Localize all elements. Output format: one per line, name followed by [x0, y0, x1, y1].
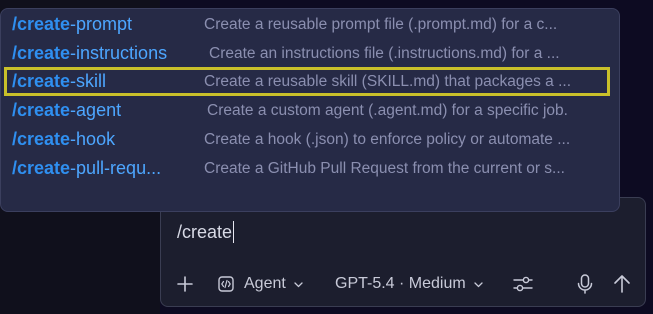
- suggestion-command: /create-skill: [12, 71, 107, 91]
- send-button[interactable]: [612, 270, 632, 298]
- chat-input-box[interactable]: /create Agent GPT-5.4 · Medium: [160, 197, 646, 307]
- chevron-down-icon: [294, 281, 303, 287]
- voice-input-button[interactable]: [575, 270, 595, 298]
- chat-input-value: /create: [177, 221, 233, 242]
- suggestion-item[interactable]: /create-instructions Create an instructi…: [1, 39, 619, 68]
- chat-input-field[interactable]: /create: [177, 221, 235, 243]
- agent-mode-icon: [218, 276, 234, 292]
- send-arrow-icon: [614, 275, 630, 293]
- suggestion-description: Create a hook (.json) to enforce policy …: [204, 130, 571, 148]
- suggestion-description: Create a reusable skill (SKILL.md) that …: [204, 72, 572, 90]
- configure-tools-button[interactable]: [512, 270, 534, 298]
- add-context-button[interactable]: [175, 270, 195, 298]
- suggestion-item[interactable]: /create-hook Create a hook (.json) to en…: [1, 125, 619, 154]
- model-picker-button[interactable]: GPT-5.4 · Medium: [335, 270, 484, 298]
- settings-sliders-icon: [513, 276, 533, 292]
- text-caret: [233, 221, 235, 243]
- suggestion-description: Create an instructions file (.instructio…: [209, 44, 560, 62]
- chat-toolbar: Agent GPT-5.4 · Medium: [161, 270, 645, 298]
- suggestion-command: /create-agent: [12, 100, 122, 120]
- slash-command-suggestions: /create-prompt Create a reusable prompt …: [0, 8, 620, 212]
- plus-icon: [177, 276, 193, 292]
- mode-picker-button[interactable]: Agent: [217, 270, 304, 298]
- suggestion-description: Create a GitHub Pull Request from the cu…: [204, 159, 565, 177]
- suggestion-item[interactable]: /create-pull-requ... Create a GitHub Pul…: [1, 154, 619, 183]
- mode-label: Agent: [244, 275, 286, 292]
- suggestion-command: /create-hook: [12, 129, 116, 149]
- chevron-down-icon: [474, 281, 483, 287]
- model-label: GPT-5.4 · Medium: [335, 275, 466, 292]
- microphone-icon: [577, 274, 593, 294]
- suggestion-item[interactable]: /create-agent Create a custom agent (.ag…: [1, 96, 619, 125]
- suggestion-item[interactable]: /create-prompt Create a reusable prompt …: [1, 10, 619, 39]
- suggestion-description: Create a reusable prompt file (.prompt.m…: [204, 15, 558, 33]
- suggestion-command: /create-prompt: [12, 14, 133, 34]
- suggestion-command: /create-instructions: [12, 43, 168, 63]
- suggestion-command: /create-pull-requ...: [12, 158, 162, 178]
- suggestion-description: Create a custom agent (.agent.md) for a …: [207, 101, 568, 119]
- suggestion-item-selected[interactable]: /create-skill Create a reusable skill (S…: [4, 67, 610, 96]
